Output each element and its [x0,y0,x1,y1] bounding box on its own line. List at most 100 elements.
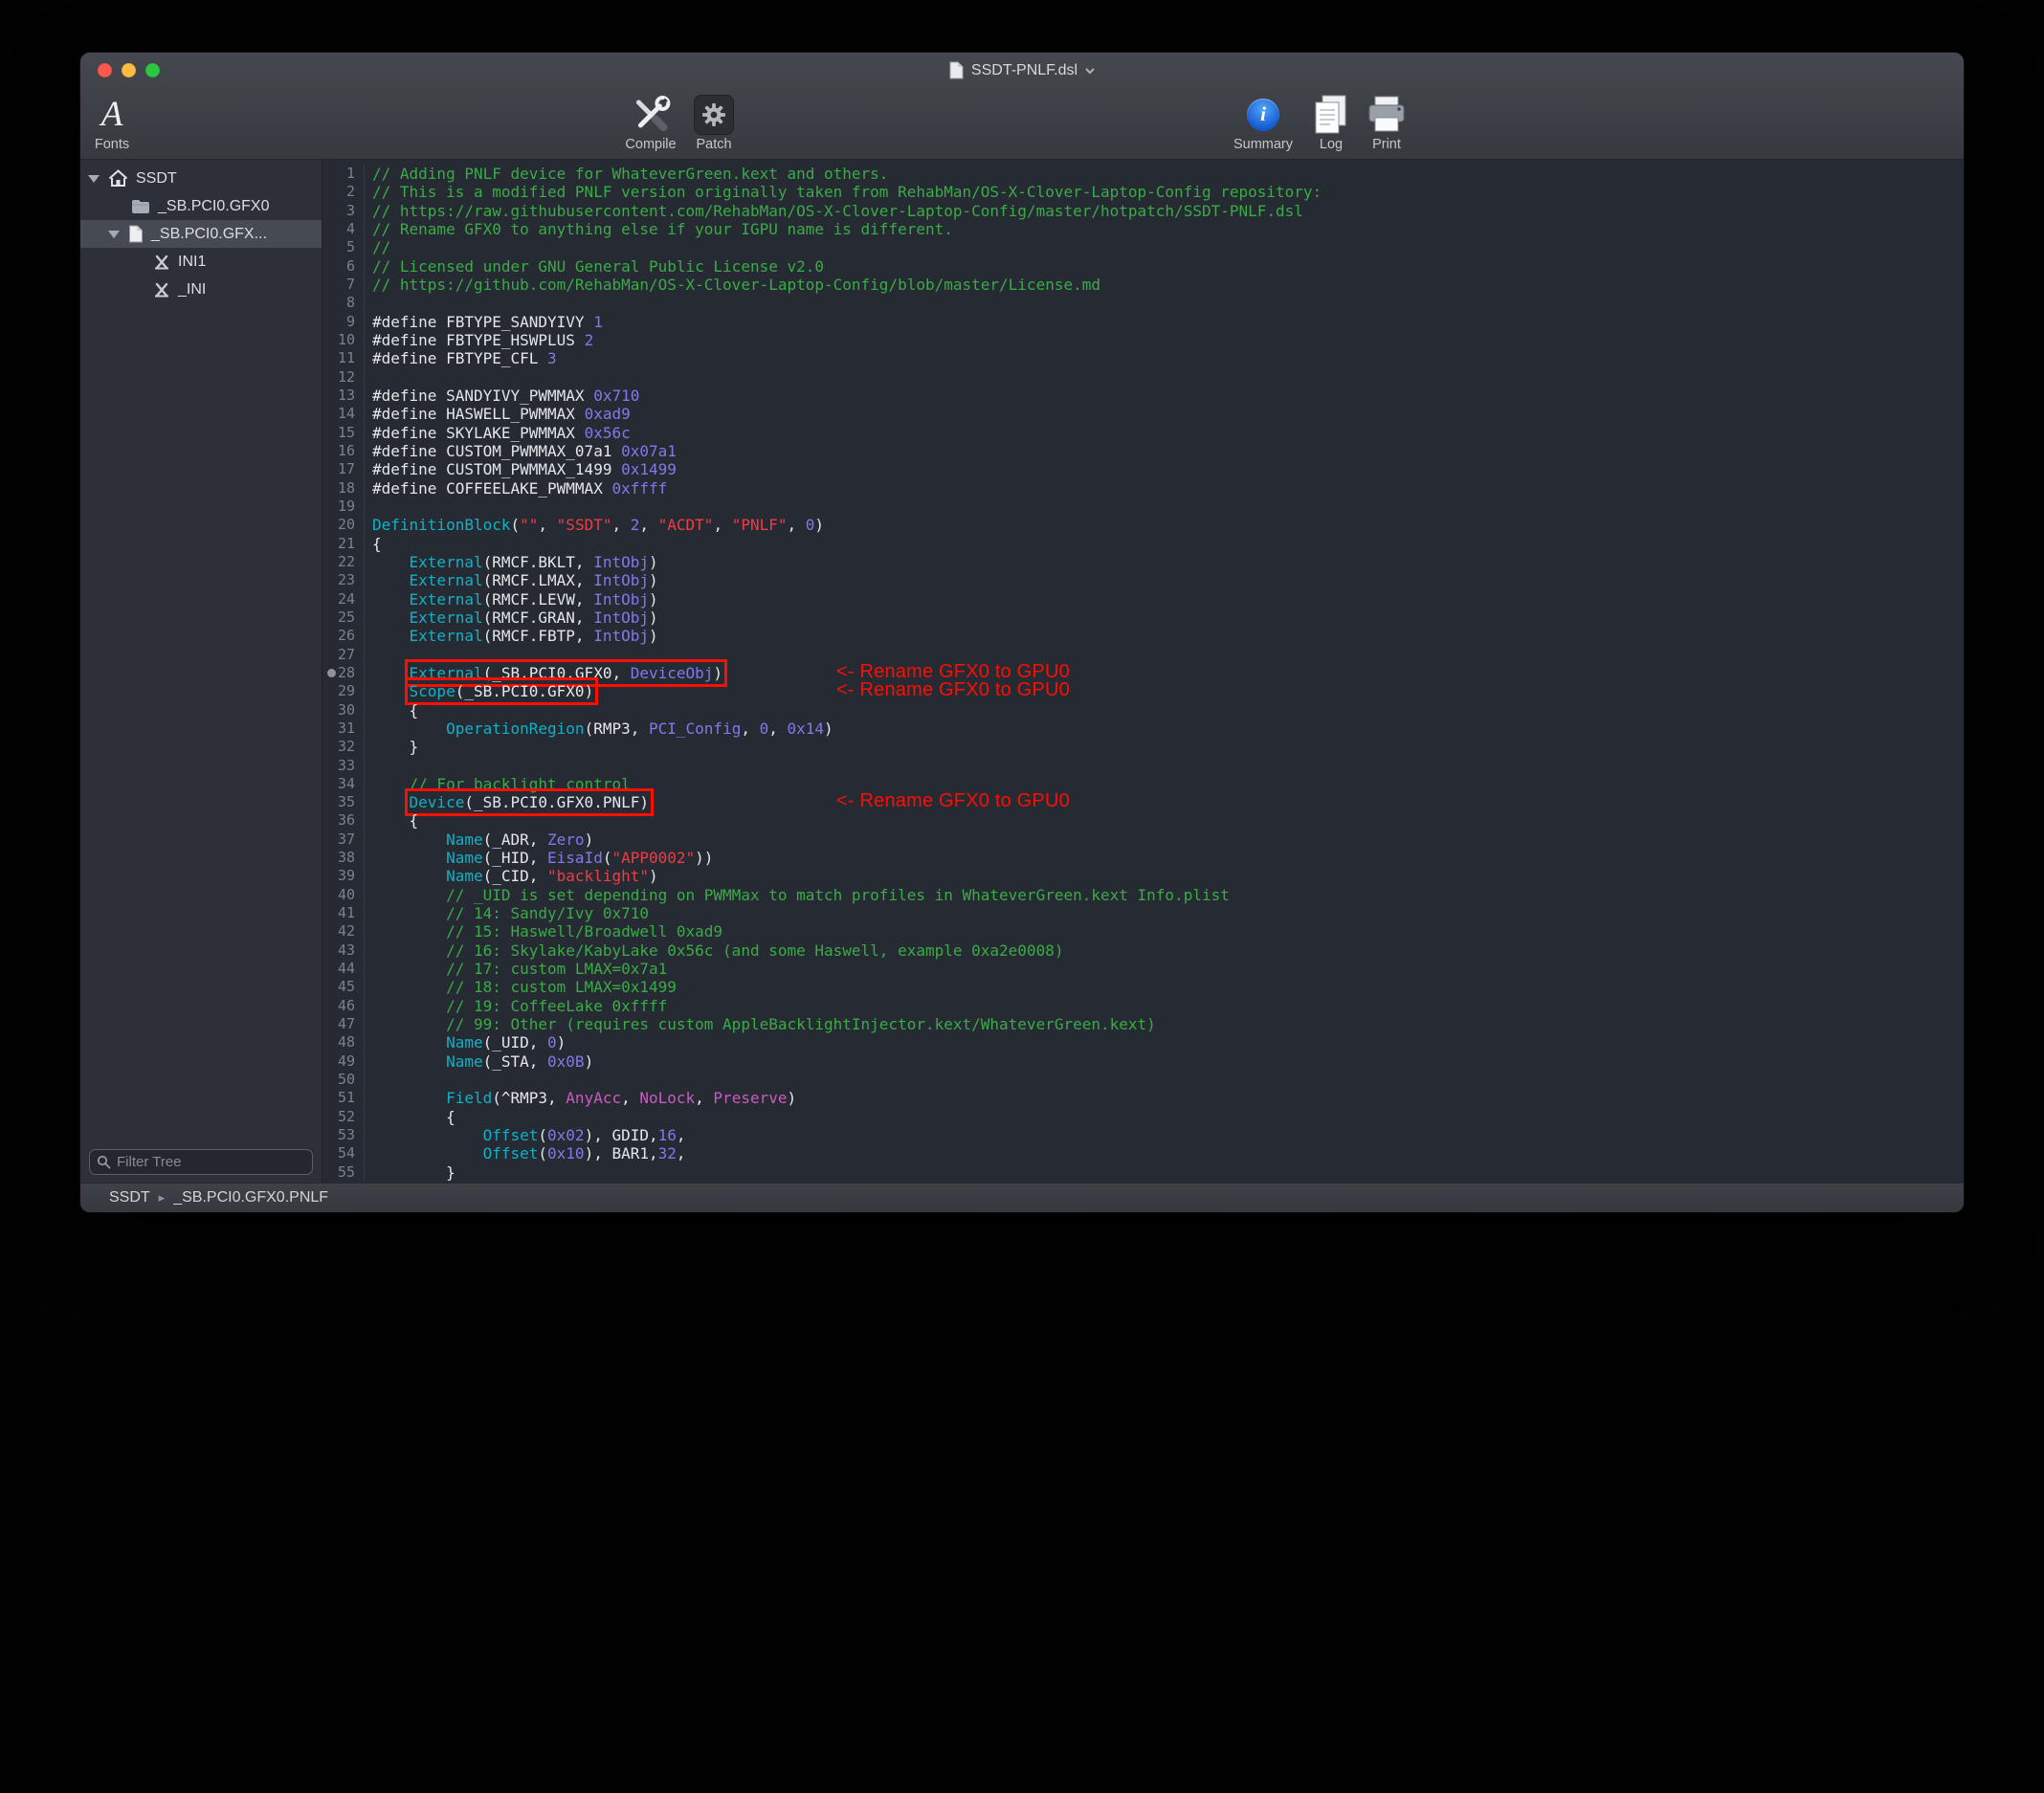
disclosure-triangle-icon[interactable] [108,231,120,238]
code-line[interactable]: 20DefinitionBlock("", "SSDT", 2, "ACDT",… [322,516,1964,534]
code-line[interactable]: 2// This is a modified PNLF version orig… [322,183,1964,201]
close-button[interactable] [98,63,112,77]
code-line[interactable]: 48 Name(_UID, 0) [322,1033,1964,1051]
code-editor[interactable]: 1// Adding PNLF device for WhateverGreen… [322,160,1964,1183]
code-text: DefinitionBlock("", "SSDT", 2, "ACDT", "… [365,516,824,534]
code-line[interactable]: 17#define CUSTOM_PWMMAX_1499 0x1499 [322,460,1964,478]
tree-item-ssdt[interactable]: SSDT [80,165,322,192]
code-line[interactable]: 41 // 14: Sandy/Ivy 0x710 [322,904,1964,922]
code-lines: 1// Adding PNLF device for WhateverGreen… [322,160,1964,1183]
code-text: // 14: Sandy/Ivy 0x710 [365,904,649,922]
tree-item-ini[interactable]: _INI [80,276,322,303]
tree-item-ini1[interactable]: INI1 [80,248,322,276]
status-path-leaf[interactable]: _SB.PCI0.GFX0.PNLF [173,1189,328,1206]
toolbar: A Fonts Compile [80,88,1964,159]
code-line[interactable]: 19 [322,498,1964,516]
code-line[interactable]: 4// Rename GFX0 to anything else if your… [322,220,1964,238]
code-line[interactable]: 55 } [322,1163,1964,1182]
code-line[interactable]: 23 External(RMCF.LMAX, IntObj) [322,571,1964,589]
code-line[interactable]: 24 External(RMCF.LEVW, IntObj) [322,590,1964,609]
code-line[interactable]: 37 Name(_ADR, Zero) [322,830,1964,849]
code-line[interactable]: 44 // 17: custom LMAX=0x7a1 [322,960,1964,978]
rename-highlight-box: Device(_SB.PCI0.GFX0.PNLF) [410,793,649,811]
file-tree: SSDT _SB.PCI0.GFX0 [80,160,322,1142]
code-text: Scope(_SB.PCI0.GFX0) [365,682,593,700]
toolbar-fonts-button[interactable]: A Fonts [95,92,129,152]
code-line[interactable]: 51 Field(^RMP3, AnyAcc, NoLock, Preserve… [322,1089,1964,1107]
code-line[interactable]: 27 [322,646,1964,664]
code-line[interactable]: 34 // For backlight control [322,775,1964,793]
code-line[interactable]: 10#define FBTYPE_HSWPLUS 2 [322,331,1964,349]
code-line[interactable]: 36 { [322,811,1964,830]
code-line[interactable]: 13#define SANDYIVY_PWMMAX 0x710 [322,387,1964,405]
code-text: Name(_ADR, Zero) [365,830,593,849]
code-line[interactable]: 15#define SKYLAKE_PWMMAX 0x56c [322,424,1964,442]
status-path-root[interactable]: SSDT [109,1189,150,1206]
tree-item-gfx0-device[interactable]: _SB.PCI0.GFX... [80,220,322,248]
code-line[interactable]: 50 [322,1071,1964,1089]
code-line[interactable]: 43 // 16: Skylake/KabyLake 0x56c (and so… [322,941,1964,960]
code-text: { [365,701,418,719]
fonts-icon: A [101,96,123,134]
window-title-group[interactable]: SSDT-PNLF.dsl [948,61,1096,79]
line-number: 44 [322,960,365,978]
code-line[interactable]: 29 Scope(_SB.PCI0.GFX0)<- Rename GFX0 to… [322,682,1964,700]
code-line[interactable]: 25 External(RMCF.GRAN, IntObj) [322,609,1964,627]
code-line[interactable]: 32 } [322,738,1964,756]
filter-tree-input[interactable] [89,1149,313,1175]
code-line[interactable]: 1// Adding PNLF device for WhateverGreen… [322,165,1964,183]
code-line[interactable]: 8 [322,294,1964,312]
code-line[interactable]: 52 { [322,1108,1964,1126]
code-line[interactable]: 16#define CUSTOM_PWMMAX_07a1 0x07a1 [322,442,1964,460]
line-number: 53 [322,1126,365,1144]
disclosure-triangle-icon[interactable] [88,175,100,183]
code-line[interactable]: 53 Offset(0x02), GDID,16, [322,1126,1964,1144]
code-line[interactable]: 3// https://raw.githubusercontent.com/Re… [322,202,1964,220]
folder-icon [131,199,150,214]
code-line[interactable]: 9#define FBTYPE_SANDYIVY 1 [322,313,1964,331]
code-line[interactable]: 18#define COFFEELAKE_PWMMAX 0xffff [322,479,1964,498]
line-number: 22 [322,553,365,571]
code-line[interactable]: 45 // 18: custom LMAX=0x1499 [322,978,1964,996]
code-text: OperationRegion(RMP3, PCI_Config, 0, 0x1… [365,719,833,738]
code-line[interactable]: 56 [322,1182,1964,1183]
code-line[interactable]: 33 [322,757,1964,775]
code-line[interactable]: 7// https://github.com/RehabMan/OS-X-Clo… [322,276,1964,294]
code-line[interactable]: 42 // 15: Haswell/Broadwell 0xad9 [322,922,1964,941]
toolbar-patch-button[interactable]: Patch [694,92,734,152]
code-line[interactable]: 49 Name(_STA, 0x0B) [322,1052,1964,1071]
toolbar-print-button[interactable]: Print [1366,92,1408,152]
code-line[interactable]: 31 OperationRegion(RMP3, PCI_Config, 0, … [322,719,1964,738]
tree-item-gfx0-scope[interactable]: _SB.PCI0.GFX0 [80,192,322,220]
toolbar-log-button[interactable]: Log [1312,92,1350,152]
line-number: 47 [322,1015,365,1033]
toolbar-compile-button[interactable]: Compile [625,92,676,152]
code-line[interactable]: 28 External(_SB.PCI0.GFX0, DeviceObj)<- … [322,664,1964,682]
filter-bar [80,1142,322,1183]
code-line[interactable]: 46 // 19: CoffeeLake 0xffff [322,997,1964,1015]
code-text: // 15: Haswell/Broadwell 0xad9 [365,922,722,941]
line-number: 42 [322,922,365,941]
code-text [365,368,372,387]
minimize-button[interactable] [122,63,136,77]
code-line[interactable]: 35 Device(_SB.PCI0.GFX0.PNLF)<- Rename G… [322,793,1964,811]
code-line[interactable]: 14#define HASWELL_PWMMAX 0xad9 [322,405,1964,423]
code-line[interactable]: 38 Name(_HID, EisaId("APP0002")) [322,849,1964,867]
code-line[interactable]: 39 Name(_CID, "backlight") [322,867,1964,885]
code-line[interactable]: 6// Licensed under GNU General Public Li… [322,257,1964,276]
code-line[interactable]: 26 External(RMCF.FBTP, IntObj) [322,627,1964,645]
zoom-button[interactable] [145,63,160,77]
toolbar-summary-button[interactable]: i Summary [1233,92,1293,152]
code-line[interactable]: 5// [322,238,1964,256]
code-line[interactable]: 11#define FBTYPE_CFL 3 [322,349,1964,367]
titlebar[interactable]: SSDT-PNLF.dsl [80,53,1964,88]
code-line[interactable]: 21{ [322,535,1964,553]
code-line[interactable]: 30 { [322,701,1964,719]
code-line[interactable]: 40 // _UID is set depending on PWMMax to… [322,886,1964,904]
code-line[interactable]: 22 External(RMCF.BKLT, IntObj) [322,553,1964,571]
code-line[interactable]: 47 // 99: Other (requires custom AppleBa… [322,1015,1964,1033]
tree-item-label: _SB.PCI0.GFX0 [158,198,270,215]
chevron-down-icon [1084,67,1096,75]
code-line[interactable]: 54 Offset(0x10), BAR1,32, [322,1144,1964,1162]
code-line[interactable]: 12 [322,368,1964,387]
